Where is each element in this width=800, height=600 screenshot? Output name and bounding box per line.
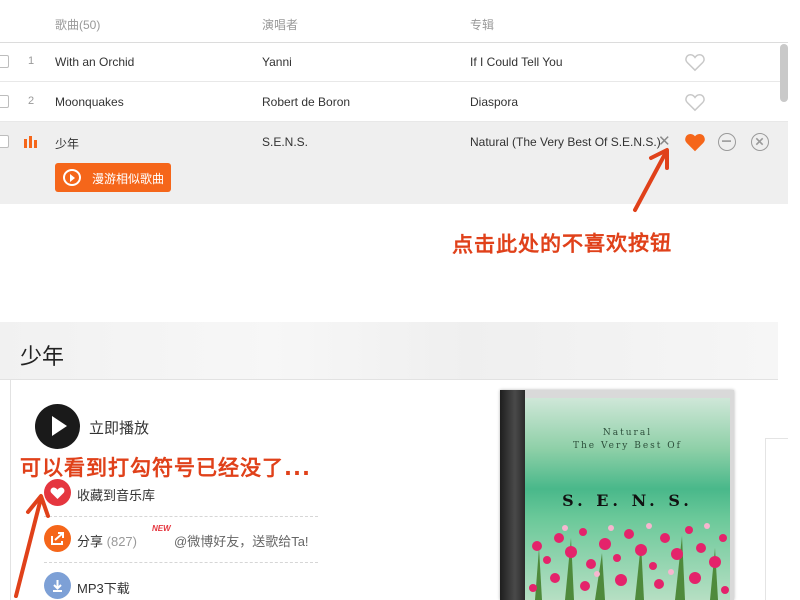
header-album[interactable]: 专辑 — [470, 16, 494, 33]
divider — [44, 516, 318, 517]
header-song[interactable]: 歌曲(50) — [55, 16, 100, 33]
song-album[interactable]: Diaspora — [470, 95, 518, 109]
song-artist[interactable]: Robert de Boron — [262, 95, 350, 109]
song-title[interactable]: With an Orchid — [55, 55, 134, 69]
row-index: 2 — [28, 95, 35, 107]
divider — [44, 562, 318, 563]
side-panel-edge — [765, 438, 788, 600]
album-spine — [500, 390, 525, 600]
album-flowers — [529, 523, 729, 600]
share-text: 分享 — [77, 534, 104, 549]
album-cover[interactable]: Natural The Very Best Of S. E. N. S. — [500, 390, 734, 600]
table-row[interactable]: 1 With an Orchid Yanni If I Could Tell Y… — [0, 42, 788, 82]
arrow-icon — [633, 148, 669, 212]
annotation-check-gone-hint: 可以看到打勾符号已经没了... — [20, 456, 311, 480]
arrow-icon — [14, 494, 50, 598]
song-artist[interactable]: Yanni — [262, 55, 292, 69]
remove-icon[interactable] — [751, 133, 769, 151]
song-detail-header: 少年 — [0, 322, 778, 380]
song-detail-title: 少年 — [20, 345, 65, 370]
annotation-dislike-hint: 点击此处的不喜欢按钮 — [451, 231, 673, 257]
song-artist[interactable]: S.E.N.S. — [262, 135, 308, 149]
song-album[interactable]: If I Could Tell You — [470, 55, 563, 69]
favorite-label[interactable]: 收藏到音乐库 — [77, 485, 155, 504]
album-art: Natural The Very Best Of S. E. N. S. — [525, 398, 730, 600]
share-label[interactable]: 分享 (827) — [77, 531, 137, 550]
header-artist[interactable]: 演唱者 — [262, 16, 298, 33]
play-now-button[interactable] — [35, 404, 80, 449]
share-count: (827) — [106, 534, 137, 549]
table-header: 歌曲(50) 演唱者 专辑 — [0, 0, 788, 43]
roam-label: 漫游相似歌曲 — [92, 172, 165, 186]
album-art-line1: Natural — [602, 428, 653, 438]
playing-bars-icon — [24, 136, 37, 148]
album-art-line2: The Very Best Of — [573, 441, 682, 451]
play-now-label[interactable]: 立即播放 — [89, 417, 149, 438]
heart-icon[interactable] — [684, 92, 706, 112]
new-badge: NEW — [152, 524, 171, 533]
heart-icon[interactable] — [684, 52, 706, 72]
row-checkbox[interactable] — [0, 55, 9, 68]
scrollbar[interactable] — [780, 44, 788, 102]
row-index: 1 — [28, 55, 35, 67]
table-row[interactable]: 2 Moonquakes Robert de Boron Diaspora — [0, 82, 788, 122]
row-checkbox[interactable] — [0, 95, 9, 108]
more-icon[interactable] — [718, 133, 736, 151]
weibo-share-link[interactable]: @微博好友，送歌给Ta! — [174, 531, 309, 550]
roam-similar-button[interactable]: 漫游相似歌曲 — [55, 163, 171, 192]
song-title[interactable]: 少年 — [55, 135, 79, 152]
song-title[interactable]: Moonquakes — [55, 95, 124, 109]
heart-icon[interactable] — [684, 132, 706, 152]
download-label[interactable]: MP3下载 — [77, 578, 130, 597]
radio-icon — [63, 169, 81, 186]
row-checkbox[interactable] — [0, 135, 9, 148]
